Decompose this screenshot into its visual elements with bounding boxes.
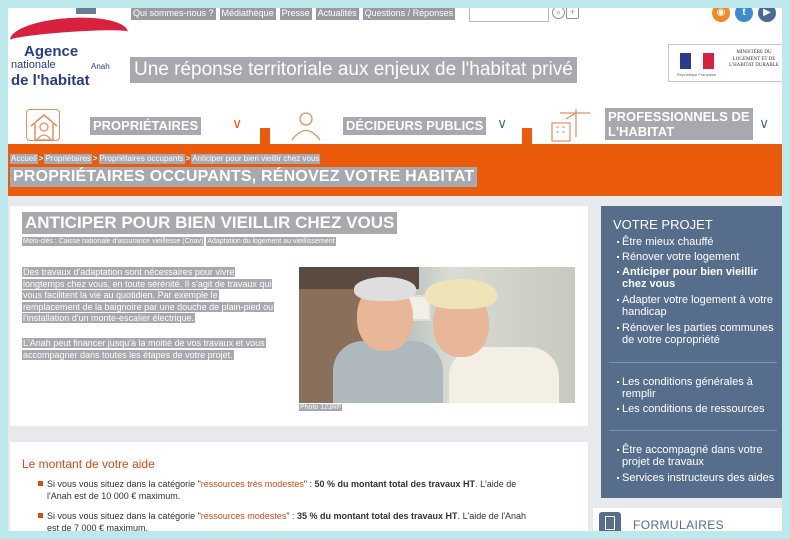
topnav-qui-sommes-nous[interactable]: Qui sommes-nous ?: [131, 6, 216, 20]
keywords: Mots-clés : Caisse nationale d'assurance…: [22, 237, 336, 246]
article-paragraph-2: L'Anah peut financer jusqu'à la moitié d…: [22, 338, 266, 361]
sidebar-item-anticiper[interactable]: Anticiper pour bien vieillir chez vous: [617, 266, 777, 290]
aide-text: . L'aide de: [475, 479, 517, 489]
aide-percentage: 50 % du montant total des travaux HT: [314, 479, 476, 489]
photo-woman-hair: [425, 279, 497, 309]
rss-icon[interactable]: ◉: [712, 4, 730, 22]
article-paragraph-1: Des travaux d'adaptation sont nécessaire…: [22, 267, 275, 325]
nav-decideurs-publics[interactable]: DÉCIDEURS PUBLICS: [343, 117, 487, 135]
sidebar-item-conditions-ressources[interactable]: Les conditions de ressources: [617, 403, 777, 415]
chevron-down-icon[interactable]: ∨: [497, 115, 507, 132]
sidebar-title: VOTRE PROJET: [613, 217, 713, 232]
sidebar-item-services[interactable]: Services instructeurs des aides: [617, 472, 777, 484]
aide-text: Si vous vous situez dans la catégorie ": [47, 511, 201, 521]
ministry-logo[interactable]: République Française MINISTÈRE DU LOGEME…: [668, 44, 784, 82]
link-ressources-tres-modestes[interactable]: ressources très modestes: [201, 479, 304, 489]
formulaires-label[interactable]: FORMULAIRES: [633, 518, 724, 532]
topnav-presse[interactable]: Presse: [279, 6, 312, 20]
sidebar-divider: [609, 430, 777, 431]
french-flag-icon: [680, 53, 714, 69]
breadcrumb-separator: >: [184, 154, 192, 164]
sidebar-item-chauffe[interactable]: Être mieux chauffé: [617, 236, 777, 248]
nav-professionnels-line2: L'HABITAT: [608, 124, 675, 139]
ministry-text: MINISTÈRE DU LOGEMENT ET DE L'HABITAT DU…: [729, 50, 779, 68]
main-navigation: PROPRIÉTAIRES ∨ DÉCIDEURS PUBLICS ∨ PROF…: [0, 107, 790, 145]
site-tagline: Une réponse territoriale aux enjeux de l…: [130, 57, 577, 83]
search-input[interactable]: [469, 5, 549, 22]
article-title: ANTICIPER POUR BIEN VIEILLIR CHEZ VOUS: [22, 212, 398, 234]
chevron-down-icon[interactable]: ∨: [759, 115, 769, 132]
sidebar-divider: [609, 362, 777, 363]
para-line: longtemps chez vous, en toute sérénité. …: [22, 278, 273, 289]
document-icon: [599, 512, 621, 534]
rf-text: République Française: [677, 72, 716, 77]
breadcrumb-proprietaires-occupants[interactable]: Propriétaires occupants: [98, 154, 185, 164]
logo-text-habitat: de l'habitat: [11, 72, 90, 89]
link-ressources-modestes[interactable]: ressources modestes: [201, 511, 287, 521]
nav-professionnels[interactable]: PROFESSIONNELS DE L'HABITAT: [605, 108, 753, 140]
para-line: l'installation d'un monte-escalier élect…: [22, 313, 196, 323]
sidebar-item-renover[interactable]: Rénover votre logement: [617, 251, 777, 263]
aide-item-tres-modestes: Si vous vous situez dans la catégorie "r…: [38, 478, 567, 502]
sidebar-item-handicap[interactable]: Adapter votre logement à votre handicap: [617, 294, 777, 318]
aide-item-modestes: Si vous vous situez dans la catégorie "r…: [38, 510, 567, 534]
breadcrumb-proprietaires[interactable]: Propriétaires: [44, 154, 92, 164]
sidebar-item-accompagne[interactable]: Être accompagné dans votre projet de tra…: [617, 444, 777, 468]
dailymotion-icon[interactable]: ▶: [758, 4, 776, 22]
topnav-actualites[interactable]: Actualités: [315, 6, 359, 20]
nav-proprietaires[interactable]: PROPRIÉTAIRES: [90, 117, 202, 135]
breadcrumb-current: Anticiper pour bien vieillir chez vous: [191, 154, 321, 164]
aide-text: . L'aide de l'Anah: [457, 511, 527, 521]
aide-title: Le montant de votre aide: [22, 457, 155, 471]
logo-text-nationale: nationale: [11, 59, 56, 71]
aide-text: Si vous vous situez dans la catégorie ": [47, 479, 201, 489]
public-official-icon: [284, 109, 328, 141]
twitter-icon[interactable]: t: [735, 4, 753, 22]
photo-man-hair: [354, 277, 416, 301]
topnav-mediatheque[interactable]: Médiathèque: [219, 6, 276, 20]
breadcrumb-accueil[interactable]: Accueil: [10, 154, 38, 164]
house-person-icon: [26, 109, 60, 141]
crane-building-icon: [546, 107, 594, 143]
sidebar-item-conditions-generales[interactable]: Les conditions générales à remplir: [617, 376, 777, 400]
para-line: L'Anah peut financer jusqu'à la moitié d…: [22, 338, 266, 348]
site-header: Qui sommes-nous ? Médiathèque Presse Act…: [0, 0, 790, 108]
aide-max: est de 7 000 € maximum.: [47, 523, 149, 533]
plus-icon[interactable]: +: [566, 6, 579, 19]
sidebar-item-copropriete[interactable]: Rénover les parties communes de votre co…: [617, 322, 777, 346]
keyword-cnav[interactable]: Mots-clés : Caisse nationale d'assurance…: [22, 237, 205, 246]
senior-couple-photo: [299, 267, 575, 403]
para-line: accompagner dans toutes les étapes de vo…: [22, 349, 234, 360]
top-tab: [76, 0, 96, 14]
aide-text: " :: [303, 479, 315, 489]
logo-text-agence: Agence: [24, 43, 79, 60]
keyword-adaptation[interactable]: Adaptation du logement au vieillissement: [206, 237, 336, 246]
photo-credit: Photo 123RF: [299, 404, 343, 411]
nav-professionnels-line1: PROFESSIONNELS DE: [608, 109, 750, 124]
aide-text: " :: [286, 511, 298, 521]
para-line: vous facilitent la vie au quotidien. Par…: [22, 290, 219, 300]
logo-text-anah: Anah: [91, 62, 110, 71]
para-line: Des travaux d'adaptation sont nécessaire…: [22, 267, 236, 277]
aide-percentage: 35 % du montant total des travaux HT: [297, 511, 458, 521]
topnav-questions[interactable]: Questions / Réponses: [362, 6, 456, 20]
para-line: remplacement de la baignoire par une dou…: [22, 301, 275, 312]
top-navigation: Qui sommes-nous ? Médiathèque Presse Act…: [131, 6, 456, 20]
breadcrumb-separator: >: [91, 154, 99, 164]
page-title: PROPRIÉTAIRES OCCUPANTS, RÉNOVEZ VOTRE H…: [10, 167, 478, 187]
aide-max: l'Anah est de 10 000 € maximum.: [47, 491, 181, 501]
breadcrumb-separator: >: [37, 154, 45, 164]
breadcrumb: Accueil > Propriétaires > Propriétaires …: [10, 154, 321, 164]
chevron-down-icon[interactable]: ∨: [232, 115, 242, 132]
search-icon[interactable]: ⌕: [552, 6, 565, 19]
